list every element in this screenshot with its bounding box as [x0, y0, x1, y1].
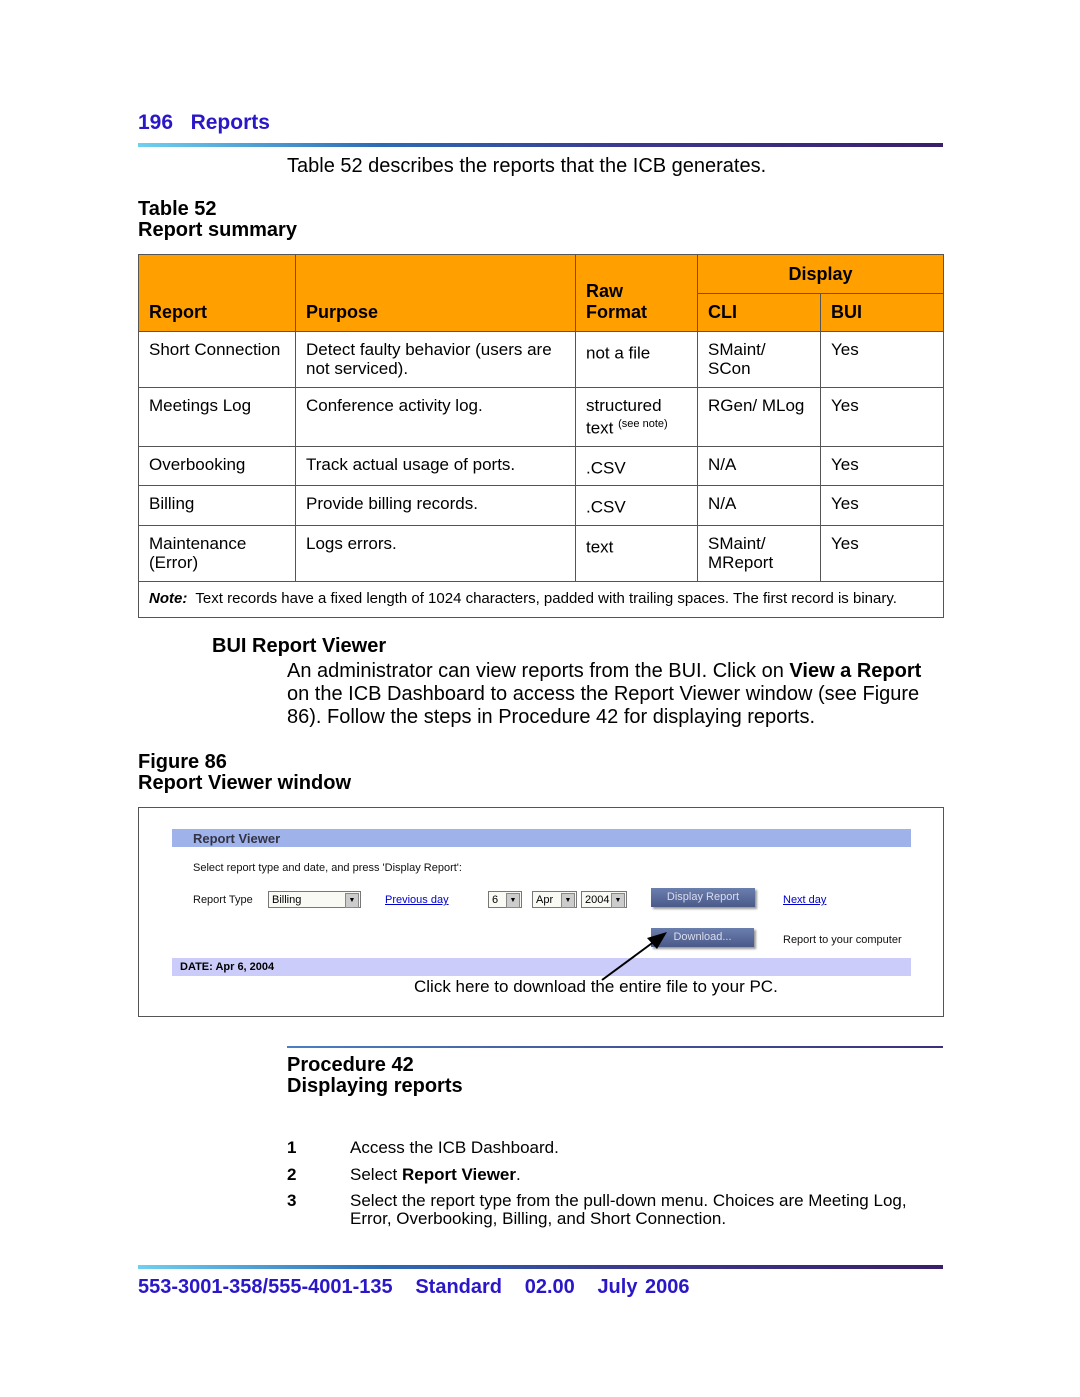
cell-report: Short Connection	[138, 331, 296, 388]
cell-report: Overbooking	[138, 445, 296, 487]
step-text: Select	[350, 1165, 402, 1184]
page-header: 196 Reports	[138, 111, 270, 135]
cell-raw-format: text	[575, 524, 698, 582]
bui-text-1: An administrator can view reports from t…	[287, 660, 790, 682]
step-number: 2	[287, 1165, 297, 1184]
footer: 553-3001-358/555-4001-135 Standard 02.00…	[138, 1276, 690, 1299]
cell-bui: Yes	[820, 387, 944, 447]
cell-raw-format: .CSV	[575, 445, 698, 487]
cell-purpose: Logs errors.	[295, 524, 576, 582]
step-number: 1	[287, 1138, 297, 1157]
raw-value: .CSV	[586, 497, 626, 517]
header-rule	[138, 143, 943, 147]
cell-purpose: Track actual usage of ports.	[295, 445, 576, 487]
cell-cli: N/A	[697, 445, 821, 487]
bui-bold: View a Report	[789, 660, 922, 682]
table-row: Short Connection Detect faulty behavior (…	[138, 331, 944, 388]
cell-report: Meetings Log	[138, 387, 296, 447]
intro-text: Table 52 describes the reports that the …	[287, 155, 767, 177]
header-purpose: Purpose	[295, 254, 576, 332]
table-row: Maintenance (Error) Logs errors. text SMai…	[138, 524, 944, 582]
cell-cli: SMaint/ SCon	[697, 331, 821, 388]
page-number: 196	[138, 111, 174, 134]
procedure-step: 1 Access the ICB Dashboard.	[287, 1139, 947, 1157]
cell-bui: Yes	[820, 485, 944, 526]
callout-text: Click here to download the entire file t…	[414, 977, 778, 996]
cell-raw-format: structured text (see note)	[575, 387, 698, 447]
cell-cli: N/A	[697, 485, 821, 526]
bui-heading: BUI Report Viewer	[212, 635, 387, 657]
note-label: Note:	[149, 589, 188, 607]
note-text: Text records have a fixed length of 1024…	[195, 589, 897, 607]
cell-bui: Yes	[820, 524, 944, 582]
table-label: Table 52	[138, 198, 217, 220]
footer-rule	[138, 1265, 943, 1269]
figure-label: Figure 86	[138, 751, 227, 773]
table-note: Note: Text records have a fixed length o…	[138, 580, 944, 618]
raw-value: structured text	[586, 396, 662, 438]
cell-report: Maintenance (Error)	[138, 524, 296, 582]
procedure-step: 2 Select Report Viewer.	[287, 1166, 947, 1184]
cell-raw-format: not a file	[575, 331, 698, 388]
cell-cli: SMaint/ MReport	[697, 524, 821, 582]
step-bold: Report Viewer	[401, 1165, 516, 1184]
table-title: Report summary	[138, 219, 297, 241]
cell-purpose: Conference activity log.	[295, 387, 576, 447]
footer-version: 02.00	[524, 1276, 575, 1298]
cell-purpose: Detect faulty behavior (users are not se…	[295, 331, 576, 388]
bui-paragraph: An administrator can view reports from t…	[287, 660, 947, 729]
step-text: Access the ICB Dashboard.	[350, 1138, 559, 1157]
figure-title: Report Viewer window	[138, 772, 351, 794]
raw-value: not a file	[586, 343, 651, 363]
raw-value: text	[586, 537, 614, 557]
header-display: Display	[697, 254, 944, 294]
report-summary-table: Report Purpose Raw Format Display CLI BUI Sh…	[138, 254, 944, 618]
cell-bui: Yes	[820, 445, 944, 487]
raw-value: .CSV	[586, 458, 626, 478]
bui-text-2: on the ICB Dashboard to access the Repor…	[287, 683, 920, 728]
table-row: Meetings Log Conference activity log. stru…	[138, 387, 944, 447]
header-raw-format: Raw Format	[575, 254, 698, 332]
cell-raw-format: .CSV	[575, 485, 698, 526]
table-row: Overbooking Track actual usage of ports..…	[138, 445, 944, 487]
footer-status: Standard	[415, 1276, 503, 1298]
procedure-step: 3 Select the report type from the pull-do…	[287, 1192, 947, 1228]
header-cli: CLI	[697, 293, 821, 332]
procedure-title: Displaying reports	[287, 1075, 463, 1097]
cell-cli: RGen/ MLog	[697, 387, 821, 447]
header-report: Report	[138, 254, 296, 332]
cell-purpose: Provide billing records.	[295, 485, 576, 526]
step-text: Select the report type from the pull-dow…	[350, 1191, 907, 1228]
cell-bui: Yes	[820, 331, 944, 388]
procedure-label: Procedure 42	[287, 1054, 414, 1076]
step-number: 3	[287, 1191, 297, 1210]
footer-date: July 2006	[597, 1276, 690, 1298]
section-title: Reports	[190, 111, 270, 134]
raw-note: (see note)	[618, 418, 668, 430]
footer-doc-number: 553-3001-358/555-4001-135	[138, 1276, 393, 1298]
step-text-end: .	[516, 1165, 521, 1184]
procedure-rule	[287, 1046, 943, 1048]
cell-report: Billing	[138, 485, 296, 526]
table-row: Billing Provide billing records. .CSV N/A Y…	[138, 485, 944, 526]
report-viewer-figure: Report Viewer Select report type and dat…	[138, 807, 944, 1017]
header-bui: BUI	[820, 293, 944, 332]
page: 196 Reports Table 52 describes the repor…	[0, 0, 1080, 1397]
